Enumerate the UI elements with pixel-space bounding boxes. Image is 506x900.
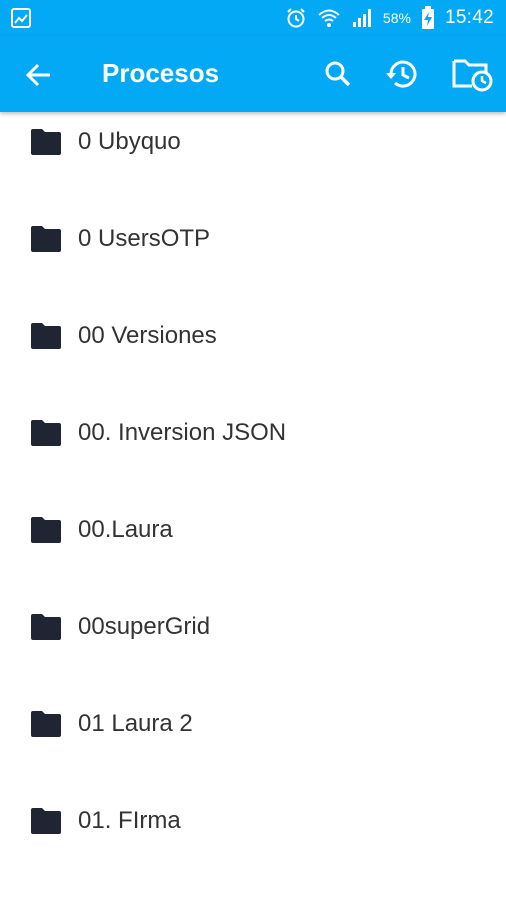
folder-row[interactable]: 00. Inversion JSON [0,385,506,482]
folder-name: 00. Inversion JSON [78,419,287,446]
folder-icon [31,323,61,349]
folder-row[interactable]: 01. FIrma [0,773,506,870]
folder-row[interactable]: 00 Versiones [0,288,506,385]
page-title: Procesos [102,58,220,88]
battery-charging-icon [421,6,434,29]
status-icons: 58% 15:42 [285,0,494,36]
folder-name: 0 Ubyquo [78,128,181,155]
folder-icon [31,614,61,640]
folder-icon [31,711,61,737]
folder-row[interactable]: 01 Laura 2 [0,676,506,773]
history-icon[interactable] [384,56,420,92]
folder-icon [31,420,61,446]
folder-name: 01 Laura 2 [78,710,193,737]
image-icon [11,8,31,28]
folder-row[interactable]: 0 UsersOTP [0,191,506,288]
folder-name: 00superGrid [78,613,211,640]
folder-icon [31,808,61,834]
folder-list: 0 Ubyquo 0 UsersOTP 00 Versiones 00. Inv… [0,94,506,870]
folder-icon [31,226,61,252]
app-bar: Procesos [0,36,506,112]
folder-name: 00 Versiones [78,322,217,349]
clock: 15:42 [444,7,494,28]
folder-name: 00.Laura [78,516,173,543]
folder-icon [31,517,61,543]
signal-icon [352,9,371,27]
search-icon[interactable] [320,56,356,92]
battery-percent: 58% [382,10,411,26]
back-arrow-icon[interactable] [24,60,54,90]
folder-name: 01. FIrma [78,807,181,834]
folder-row[interactable]: 00.Laura [0,482,506,579]
folder-clock-icon[interactable] [452,56,494,92]
alarm-icon [287,8,305,28]
wifi-icon [318,9,340,27]
folder-icon [31,129,61,155]
status-bar: 58% 15:42 [0,0,506,36]
folder-row[interactable]: 00superGrid [0,579,506,676]
folder-name: 0 UsersOTP [78,225,211,252]
